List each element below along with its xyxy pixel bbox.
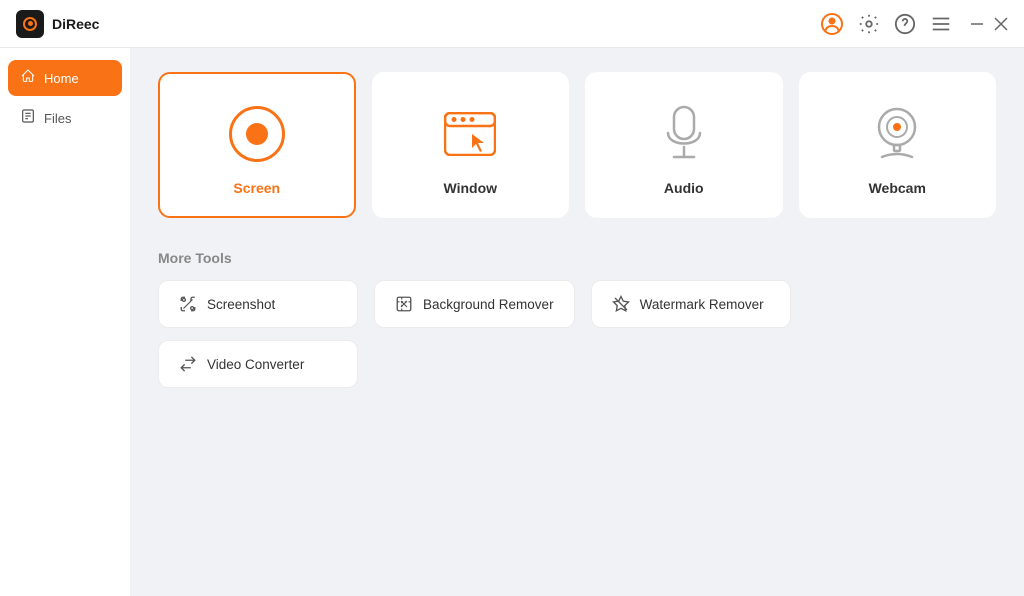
window-card-icon [444, 102, 496, 166]
title-bar-right [820, 12, 1008, 36]
close-button[interactable] [994, 17, 1008, 31]
more-tools-section: More Tools [158, 250, 996, 388]
tools-row-1: Screenshot Background Remover [158, 280, 996, 328]
title-bar: DiReec [0, 0, 1024, 48]
files-icon [20, 108, 36, 128]
background-remover-tool[interactable]: Background Remover [374, 280, 575, 328]
content-area: Screen Window [130, 48, 1024, 596]
sidebar-item-files[interactable]: Files [8, 100, 122, 136]
watermark-remover-label: Watermark Remover [640, 297, 764, 312]
tools-row-2: Video Converter [158, 340, 996, 388]
sidebar-files-label: Files [44, 111, 71, 126]
home-icon [20, 68, 36, 88]
feature-cards-row: Screen Window [158, 72, 996, 218]
screen-icon-inner [246, 123, 268, 145]
sidebar: Home Files [0, 48, 130, 596]
logo-dot [28, 21, 33, 26]
screen-card[interactable]: Screen [158, 72, 356, 218]
video-converter-icon [179, 355, 197, 373]
window-card-label: Window [443, 180, 497, 196]
webcam-card[interactable]: Webcam [799, 72, 997, 218]
screenshot-tool[interactable]: Screenshot [158, 280, 358, 328]
screen-icon-outer [229, 106, 285, 162]
window-card[interactable]: Window [372, 72, 570, 218]
sidebar-item-home[interactable]: Home [8, 60, 122, 96]
background-remover-icon [395, 295, 413, 313]
minimize-button[interactable] [970, 17, 984, 31]
app-title: DiReec [52, 16, 99, 32]
menu-icon[interactable] [930, 13, 952, 35]
screen-card-label: Screen [233, 180, 280, 196]
app-logo [16, 10, 44, 38]
more-tools-title: More Tools [158, 250, 996, 266]
video-converter-label: Video Converter [207, 357, 304, 372]
title-bar-left: DiReec [16, 10, 99, 38]
audio-card-label: Audio [664, 180, 704, 196]
screenshot-icon [179, 295, 197, 313]
sidebar-home-label: Home [44, 71, 79, 86]
watermark-remover-tool[interactable]: Watermark Remover [591, 280, 791, 328]
webcam-card-icon [872, 102, 922, 166]
screen-card-icon [229, 102, 285, 166]
background-remover-label: Background Remover [423, 297, 554, 312]
settings-icon[interactable] [858, 13, 880, 35]
audio-card-icon [662, 102, 706, 166]
main-layout: Home Files [0, 48, 1024, 596]
screenshot-label: Screenshot [207, 297, 275, 312]
audio-card[interactable]: Audio [585, 72, 783, 218]
help-icon[interactable] [894, 13, 916, 35]
logo-ring [23, 17, 37, 31]
webcam-card-label: Webcam [869, 180, 926, 196]
video-converter-tool[interactable]: Video Converter [158, 340, 358, 388]
profile-icon[interactable] [820, 12, 844, 36]
watermark-remover-icon [612, 295, 630, 313]
tools-grid: Screenshot Background Remover [158, 280, 996, 388]
window-controls [970, 17, 1008, 31]
